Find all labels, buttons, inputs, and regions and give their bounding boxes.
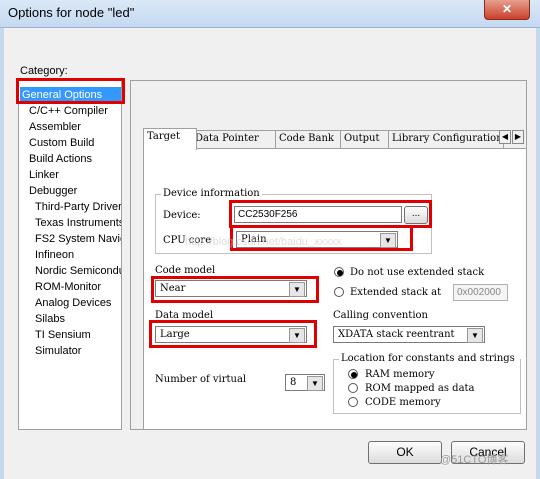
tab-target[interactable]: Target (143, 128, 197, 150)
no-extended-stack-label: Do not use extended stack (350, 267, 485, 278)
category-item-c-compiler[interactable]: C/C++ Compiler (27, 103, 108, 119)
category-item-linker[interactable]: Linker (27, 167, 59, 183)
radio-no-extended-stack[interactable] (334, 267, 344, 277)
watermark-corner: @51CTO博客 (440, 454, 509, 466)
category-item-custom-build[interactable]: Custom Build (27, 135, 94, 151)
category-item-build-actions[interactable]: Build Actions (27, 151, 92, 167)
annotation-general-options (16, 78, 125, 104)
code-memory-label: CODE memory (365, 397, 441, 408)
extended-stack-label: Extended stack at (350, 287, 442, 298)
tab-data-pointer[interactable]: Data Pointer (191, 130, 281, 149)
extended-stack-address-value: 0x002000 (457, 287, 501, 298)
radio-ram-memory[interactable] (348, 369, 358, 379)
virtual-registers-label: Number of virtual (155, 374, 247, 385)
tab-scroll-left-icon[interactable]: ◀ (499, 130, 511, 144)
calling-convention-label: Calling convention (333, 310, 428, 321)
category-item-assembler[interactable]: Assembler (27, 119, 81, 135)
category-item-analog-devices[interactable]: Analog Devices (33, 295, 111, 311)
virtual-registers-value: 8 (290, 377, 297, 388)
calling-convention-select[interactable]: XDATA stack reentrant ▼ (333, 326, 485, 343)
category-item-simulator[interactable]: Simulator (33, 343, 81, 359)
category-item-texas-instruments[interactable]: Texas Instruments (33, 215, 121, 231)
close-button[interactable]: ✕ (484, 0, 530, 20)
category-item-ti-sensium[interactable]: TI Sensium (33, 327, 91, 343)
virtual-registers-select[interactable]: 8 ▼ (285, 374, 325, 391)
category-item-debugger[interactable]: Debugger (27, 183, 77, 199)
annotation-data-model (149, 320, 317, 348)
device-label: Device: (163, 210, 201, 221)
title-bar[interactable]: Options for node "led" ✕ (0, 0, 540, 28)
device-info-legend: Device information (161, 188, 262, 199)
close-icon: ✕ (501, 2, 513, 16)
location-legend: Location for constants and strings (339, 353, 520, 364)
radio-rom-mapped[interactable] (348, 383, 358, 393)
calling-convention-value: XDATA stack reentrant (338, 329, 455, 340)
ok-button[interactable]: OK (368, 441, 442, 464)
category-label: Category: (20, 65, 68, 77)
category-item-nordic[interactable]: Nordic Semiconductor (33, 263, 121, 279)
category-item-third-party-driver[interactable]: Third-Party Driver (33, 199, 121, 215)
chevron-down-icon: ▼ (307, 376, 323, 391)
annotation-code-model (151, 276, 319, 303)
annotation-device (229, 200, 432, 228)
radio-code-memory[interactable] (348, 397, 358, 407)
category-list[interactable]: General Options C/C++ Compiler Assembler… (18, 80, 122, 430)
radio-extended-stack[interactable] (334, 287, 344, 297)
category-item-fs2[interactable]: FS2 System Navigator (33, 231, 121, 247)
tab-library-configuration[interactable]: Library Configuration (388, 130, 504, 149)
tab-strip: Target Data Pointer Code Bank Output Lib… (143, 128, 527, 150)
category-item-infineon[interactable]: Infineon (33, 247, 74, 263)
chevron-down-icon: ▼ (467, 328, 483, 343)
rom-mapped-label: ROM mapped as data (365, 383, 475, 394)
tab-scroll-right-icon[interactable]: ▶ (512, 130, 524, 144)
window-title: Options for node "led" (8, 5, 135, 20)
code-model-label: Code model (155, 265, 216, 276)
watermark-center: http://blog.csdn.net/baidu_xxxxx (185, 236, 342, 248)
tab-code-bank[interactable]: Code Bank (275, 130, 346, 149)
tab-output[interactable]: Output (340, 130, 394, 149)
extended-stack-address[interactable]: 0x002000 (453, 284, 508, 301)
category-item-rom-monitor[interactable]: ROM-Monitor (33, 279, 101, 295)
ram-memory-label: RAM memory (365, 369, 435, 380)
category-item-silabs[interactable]: Silabs (33, 311, 65, 327)
